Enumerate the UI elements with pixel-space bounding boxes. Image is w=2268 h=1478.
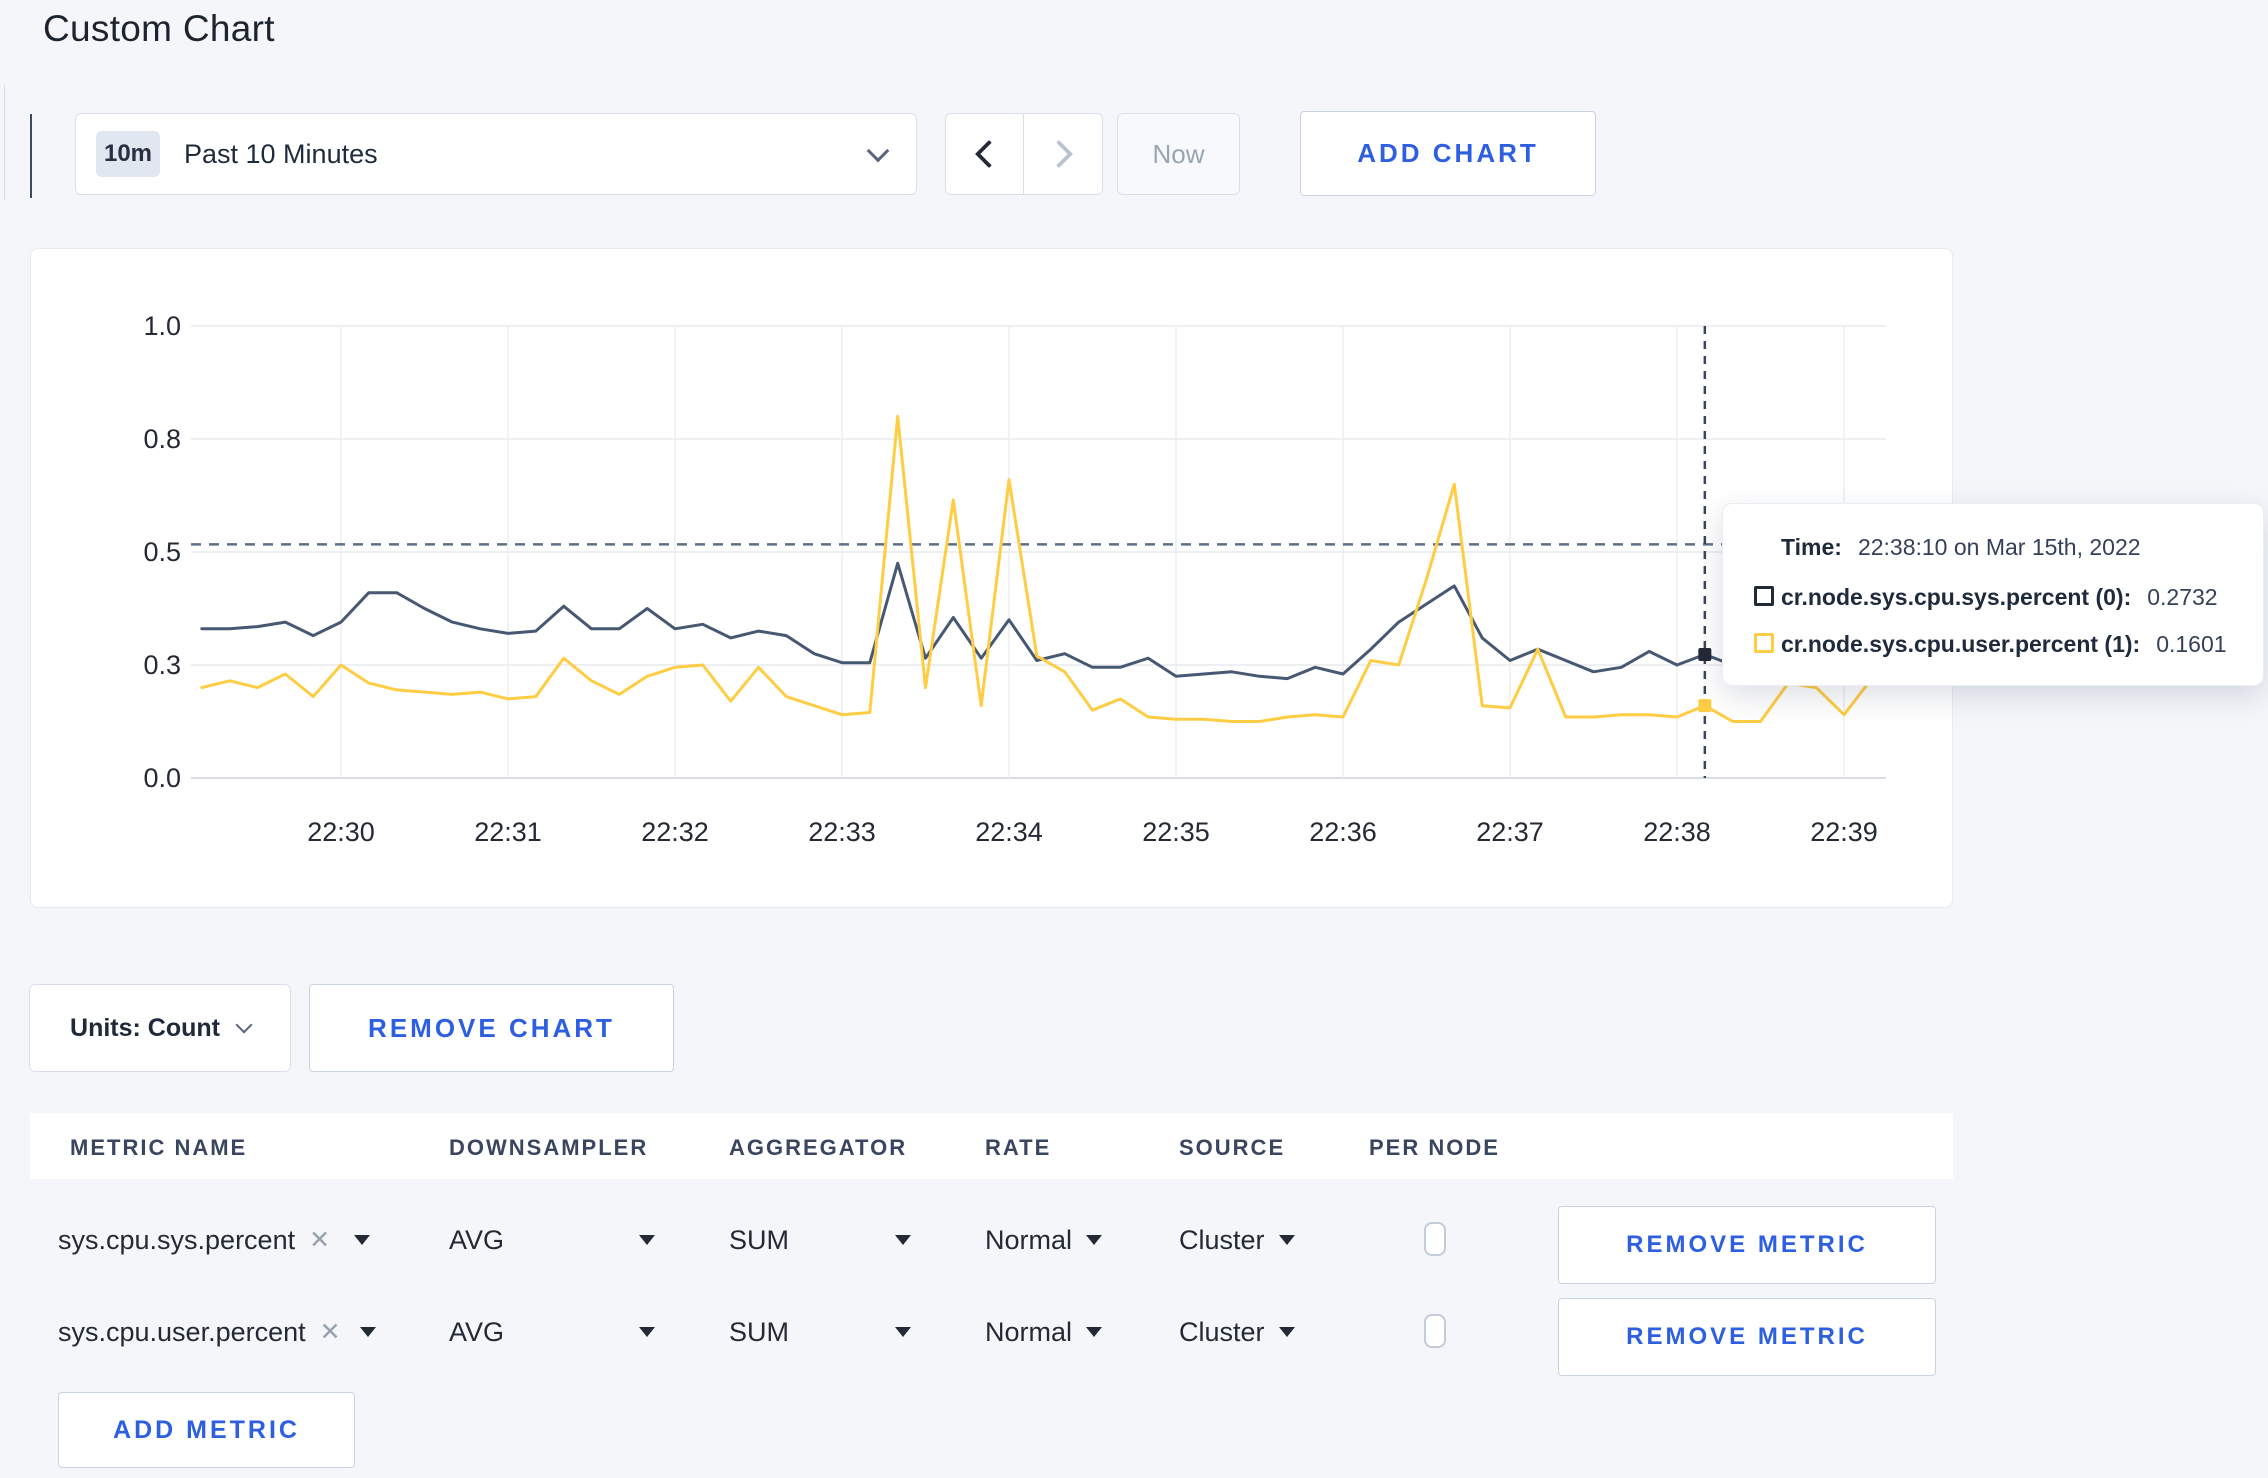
col-header-aggregator: AGGREGATOR [729, 1135, 908, 1160]
time-range-arrows [945, 113, 1103, 195]
remove-metric-button[interactable]: REMOVE METRIC [1558, 1298, 1936, 1376]
caret-down-icon [639, 1327, 655, 1337]
tooltip-series-row: cr.node.sys.cpu.sys.percent (0): 0.2732 [1754, 584, 2218, 611]
tooltip-time-value: 22:38:10 on Mar 15th, 2022 [1857, 534, 2141, 560]
col-header-per-node: PER NODE [1369, 1135, 1500, 1160]
metric-name-select[interactable]: sys.cpu.sys.percent ✕ [58, 1210, 370, 1270]
chevron-down-icon [866, 139, 890, 163]
hover-point-marker [1698, 699, 1712, 713]
caret-down-icon [1278, 1235, 1295, 1245]
next-range-button[interactable] [1024, 114, 1102, 194]
remove-chart-button[interactable]: REMOVE CHART [309, 984, 674, 1072]
downsampler-value: AVG [449, 1316, 505, 1347]
aggregator-select[interactable]: SUM [729, 1210, 911, 1270]
x-tick-label: 22:36 [1309, 817, 1377, 847]
x-tick-label: 22:37 [1476, 817, 1544, 847]
per-node-checkbox[interactable] [1424, 1314, 1446, 1348]
downsampler-value: AVG [449, 1224, 505, 1255]
metric-name-value: sys.cpu.sys.percent [58, 1224, 296, 1255]
tooltip-series-label: cr.node.sys.cpu.sys.percent (0): [1781, 584, 2132, 610]
col-header-rate: RATE [985, 1135, 1052, 1160]
aggregator-value: SUM [729, 1316, 789, 1347]
time-range-label: Past 10 Minutes [184, 138, 378, 169]
source-select[interactable]: Cluster [1179, 1210, 1295, 1270]
aggregator-value: SUM [729, 1224, 789, 1255]
x-tick-label: 22:33 [808, 817, 876, 847]
page-title: Custom Chart [43, 8, 275, 49]
tooltip-series-label: cr.node.sys.cpu.user.percent (1): [1781, 631, 2141, 657]
rate-select[interactable]: Normal [985, 1302, 1103, 1362]
caret-down-icon [895, 1327, 911, 1337]
source-value: Cluster [1179, 1224, 1265, 1255]
remove-metric-button[interactable]: REMOVE METRIC [1558, 1206, 1936, 1284]
series-line [200, 561, 1874, 681]
y-tick-label: 1.0 [143, 311, 181, 341]
caret-down-icon [639, 1235, 655, 1245]
x-tick-label: 22:35 [1142, 817, 1210, 847]
chevron-left-icon [974, 139, 1003, 169]
series-blue-swatch-icon [1754, 586, 1774, 606]
rate-value: Normal [985, 1316, 1073, 1347]
caret-down-icon [1086, 1235, 1103, 1245]
chevron-right-icon [1044, 139, 1074, 169]
caret-down-icon [354, 1235, 370, 1245]
source-value: Cluster [1179, 1316, 1265, 1347]
caret-down-icon [1278, 1327, 1295, 1337]
metrics-line-chart[interactable]: 0.0 0.3 0.5 0.8 1.0 22:30 22:31 22:32 22:33 22:34… [31, 249, 1952, 907]
col-header-metric-name: METRIC NAME [70, 1135, 248, 1160]
x-tick-label: 22:34 [975, 817, 1043, 847]
downsampler-select[interactable]: AVG [449, 1302, 655, 1362]
clear-metric-icon[interactable]: ✕ [309, 1225, 330, 1255]
x-tick-label: 22:39 [1810, 817, 1878, 847]
x-tick-label: 22:30 [307, 817, 375, 847]
tooltip-time-label: Time: [1781, 534, 1842, 560]
time-selector-accent-divider [30, 114, 32, 198]
units-dropdown[interactable]: Units: Count [29, 984, 291, 1072]
downsampler-select[interactable]: AVG [449, 1210, 655, 1270]
add-chart-button[interactable]: ADD CHART [1300, 111, 1596, 196]
source-select[interactable]: Cluster [1179, 1302, 1295, 1362]
series-line [200, 414, 1874, 723]
metrics-table-header: METRIC NAME DOWNSAMPLER AGGREGATOR RATE … [30, 1113, 1953, 1179]
tooltip-series-value: 0.1601 [2156, 631, 2227, 657]
clear-metric-icon[interactable]: ✕ [320, 1317, 341, 1347]
units-label: Units: Count [70, 1013, 220, 1042]
aggregator-select[interactable]: SUM [729, 1302, 911, 1362]
rate-select[interactable]: Normal [985, 1210, 1103, 1270]
tooltip-time-row: Time: 22:38:10 on Mar 15th, 2022 [1781, 534, 2141, 561]
chart-hover-tooltip: Time: 22:38:10 on Mar 15th, 2022 cr.node.… [1722, 503, 2264, 686]
rate-value: Normal [985, 1224, 1073, 1255]
per-node-checkbox[interactable] [1424, 1222, 1446, 1256]
tooltip-series-value: 0.2732 [2147, 584, 2218, 610]
metric-name-value: sys.cpu.user.percent [58, 1316, 306, 1347]
chevron-down-icon [235, 1016, 253, 1034]
caret-down-icon [895, 1235, 911, 1245]
left-edge-divider [4, 85, 5, 200]
metric-name-select[interactable]: sys.cpu.user.percent ✕ [58, 1302, 376, 1362]
x-tick-label: 22:31 [474, 817, 542, 847]
y-tick-label: 0.8 [143, 424, 181, 454]
x-tick-label: 22:32 [641, 817, 709, 847]
hover-point-marker [1698, 648, 1712, 662]
now-button[interactable]: Now [1117, 113, 1240, 195]
col-header-downsampler: DOWNSAMPLER [449, 1135, 649, 1160]
x-tick-label: 22:38 [1643, 817, 1711, 847]
series-yellow-swatch-icon [1754, 633, 1774, 653]
col-header-source: SOURCE [1179, 1135, 1286, 1160]
prev-range-button[interactable] [946, 114, 1024, 194]
y-tick-label: 0.5 [143, 537, 181, 567]
caret-down-icon [360, 1327, 376, 1337]
add-metric-button[interactable]: ADD METRIC [58, 1392, 355, 1468]
y-tick-label: 0.0 [143, 763, 181, 793]
caret-down-icon [1086, 1327, 1103, 1337]
chart-card: 0.0 0.3 0.5 0.8 1.0 22:30 22:31 22:32 22:33 22:34… [30, 248, 1953, 908]
time-range-badge: 10m [96, 131, 160, 177]
tooltip-series-row: cr.node.sys.cpu.user.percent (1): 0.1601 [1754, 631, 2227, 658]
y-tick-label: 0.3 [143, 650, 181, 680]
time-range-dropdown[interactable]: 10m Past 10 Minutes [75, 113, 917, 195]
